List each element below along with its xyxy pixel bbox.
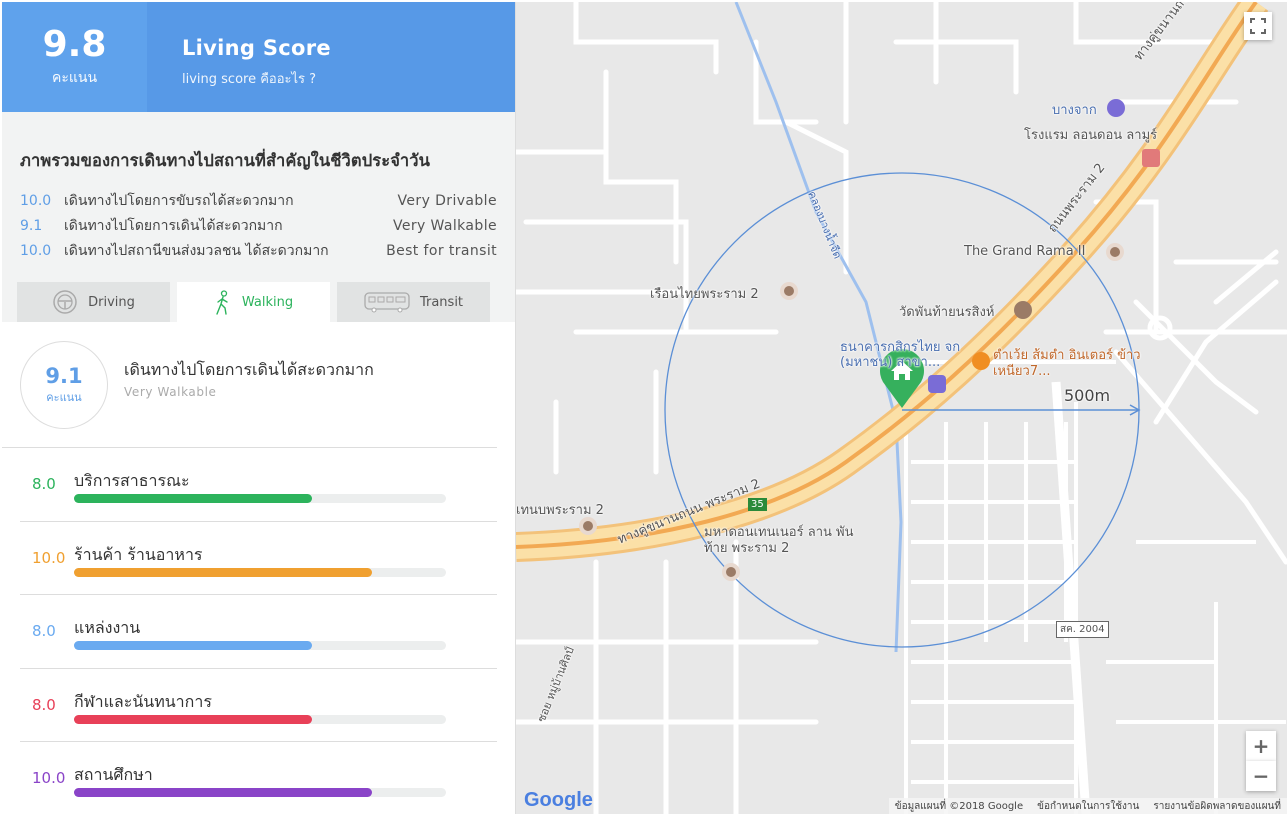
overview-row-driving: 10.0 เดินทางไปโดยการขับรถได้สะดวกมาก Ver… <box>20 188 497 213</box>
map-label-grand-rama: The Grand Rama II <box>964 244 1086 259</box>
category-row: 8.0 แหล่งงาน <box>20 595 497 669</box>
bus-icon <box>364 291 410 313</box>
google-logo: Google <box>524 789 593 812</box>
walking-summary-text: เดินทางไปโดยการเดินได้สะดวกมาก Very Walk… <box>124 358 374 399</box>
map-label-wat: วัดพันท้ายนรสิงห์ <box>899 305 995 320</box>
category-bar-track <box>74 641 446 650</box>
walking-summary-level: Very Walkable <box>124 385 217 399</box>
category-label: ร้านค้า ร้านอาหาร <box>74 544 203 564</box>
overview-row-score: 10.0 <box>20 242 52 259</box>
overall-score-unit: คะแนน <box>51 70 98 86</box>
category-bar-fill <box>74 641 313 650</box>
tab-driving[interactable]: Driving <box>17 282 170 322</box>
category-label: สถานศึกษา <box>74 765 153 784</box>
header-title-box: Living Score living score คืออะไร ? <box>147 2 515 112</box>
walking-score-unit: คะแนน <box>46 390 82 404</box>
category-row: 10.0 สถานศึกษา <box>20 742 497 814</box>
what-is-living-score-link[interactable]: living score คืออะไร ? <box>182 68 515 89</box>
score-header: 9.8 คะแนน Living Score living score คืออ… <box>2 2 515 112</box>
google-logo-text: Google <box>524 789 593 811</box>
category-row: 8.0 บริการสาธารณะ <box>20 448 497 522</box>
overview-title: ภาพรวมของการเดินทางไปสถานที่สำคัญในชีวิต… <box>20 151 430 170</box>
category-bar-track <box>74 788 446 797</box>
overview-row-level: Very Drivable <box>397 192 497 209</box>
category-row: 10.0 ร้านค้า ร้านอาหาร <box>20 522 497 595</box>
overview-row-score: 10.0 <box>20 192 52 209</box>
place-marker-icon[interactable] <box>722 563 740 581</box>
walking-score-circle: 9.1 คะแนน <box>20 340 108 429</box>
tab-label: Driving <box>88 294 135 310</box>
category-bar-track <box>74 494 446 503</box>
zoom-in-button[interactable]: + <box>1246 731 1276 761</box>
map-label-ruean-thai: เรือนไทยพระราม 2 <box>650 287 759 302</box>
walking-score: 9.1 <box>45 363 83 388</box>
tab-label: Transit <box>419 294 464 310</box>
category-label: แหล่งงาน <box>74 618 141 637</box>
map-label-bank: ธนาคารกสิกรไทย จก (มหาชน) สาขา... <box>840 340 961 370</box>
category-label: กีฬาและนันทนาการ <box>74 691 212 711</box>
category-bar-fill <box>74 714 313 724</box>
overview-row-desc: เดินทางไปสถานีขนส่งมวลชน ได้สะดวกมาก <box>64 242 329 259</box>
report-map-error-link[interactable]: รายงานข้อผิดพลาดของแผนที่ <box>1153 799 1281 813</box>
category-score: 8.0 <box>32 622 56 640</box>
overview-row-desc: เดินทางไปโดยการเดินได้สะดวกมาก <box>64 217 283 234</box>
overview-row-desc: เดินทางไปโดยการขับรถได้สะดวกมาก <box>64 192 294 209</box>
map-label-restaurant: ตำเว้ย ส้มตำ อินเตอร์ ข้าวเหนียว7... <box>993 348 1141 379</box>
map-scale-radius: 500m <box>1064 386 1111 405</box>
fullscreen-icon <box>1250 18 1266 34</box>
category-score: 8.0 <box>32 475 56 493</box>
zoom-out-button[interactable]: − <box>1246 761 1276 791</box>
overview-row-score: 9.1 <box>20 217 43 234</box>
category-row: 8.0 กีฬาและนันทนาการ <box>20 669 497 742</box>
category-score: 10.0 <box>32 769 66 787</box>
category-label: บริการสาธารณะ <box>74 471 190 490</box>
travel-mode-tabs: Driving Walking Transit <box>2 282 515 323</box>
overview-row-transit: 10.0 เดินทางไปสถานีขนส่งมวลชน ได้สะดวกมา… <box>20 238 497 263</box>
terms-of-use-link[interactable]: ข้อกำหนดในการใช้งาน <box>1037 799 1139 813</box>
map-label-rama2-left: เทนบพระราม 2 <box>516 503 604 518</box>
tab-walking[interactable]: Walking <box>177 282 330 323</box>
place-marker-icon[interactable] <box>1106 243 1124 261</box>
travel-overview: ภาพรวมของการเดินทางไปสถานที่สำคัญในชีวิต… <box>2 112 515 282</box>
tab-transit[interactable]: Transit <box>337 282 490 322</box>
walking-summary-title: เดินทางไปโดยการเดินได้สะดวกมาก <box>124 360 374 379</box>
category-bar-track <box>74 714 446 724</box>
category-bar-track <box>74 567 446 577</box>
overview-row-walking: 9.1 เดินทางไปโดยการเดินได้สะดวกมาก Very … <box>20 213 497 238</box>
overview-row-level: Best for transit <box>386 242 497 259</box>
walking-person-icon <box>214 289 232 316</box>
temple-icon[interactable] <box>1014 301 1032 319</box>
bank-icon[interactable] <box>928 375 946 393</box>
header-title: Living Score <box>182 36 331 60</box>
overall-score-box: 9.8 คะแนน <box>2 2 147 112</box>
living-score-panel: 9.8 คะแนน Living Score living score คืออ… <box>2 2 516 814</box>
map-label-lotus: มหาดอนเทนเนอร์ ลาน พันท้าย พระราม 2 <box>704 525 854 556</box>
map-label-london-hotel: โรงแรม ลอนดอน ลามูร์ <box>1024 128 1158 143</box>
steering-wheel-icon <box>52 289 78 315</box>
map-label-bangchak: บางจาก <box>1052 103 1097 118</box>
overall-score: 9.8 <box>42 24 107 65</box>
route-35-badge: 35 <box>748 498 767 511</box>
map-data-credit: ข้อมูลแผนที่ ©2018 Google <box>894 801 1024 812</box>
category-bar-fill <box>74 567 372 577</box>
map-attribution: ข้อมูลแผนที่ ©2018 Google ข้อกำหนดในการใ… <box>888 798 1287 814</box>
fullscreen-button[interactable] <box>1244 12 1272 40</box>
category-score: 10.0 <box>32 548 66 567</box>
category-bar-fill <box>74 494 313 503</box>
category-bar-fill <box>74 788 372 797</box>
restaurant-icon[interactable] <box>972 352 990 370</box>
hotel-icon[interactable] <box>1142 149 1160 167</box>
road-2004-badge: สค. 2004 <box>1056 621 1109 638</box>
walking-summary: 9.1 คะแนน เดินทางไปโดยการเดินได้สะดวกมาก… <box>2 322 497 448</box>
place-marker-icon[interactable] <box>780 282 798 300</box>
category-list: 8.0 บริการสาธารณะ 10.0 ร้านค้า ร้านอาหาร 8.0… <box>20 448 497 814</box>
map-view[interactable]: บางจาก โรงแรม ลอนดอน ลามูร์ ทางคู่ขนานถน… <box>516 2 1287 814</box>
category-score: 8.0 <box>32 695 56 714</box>
tab-label: Walking <box>241 295 294 310</box>
gas-station-icon[interactable] <box>1107 99 1125 117</box>
overview-row-level: Very Walkable <box>392 217 497 234</box>
